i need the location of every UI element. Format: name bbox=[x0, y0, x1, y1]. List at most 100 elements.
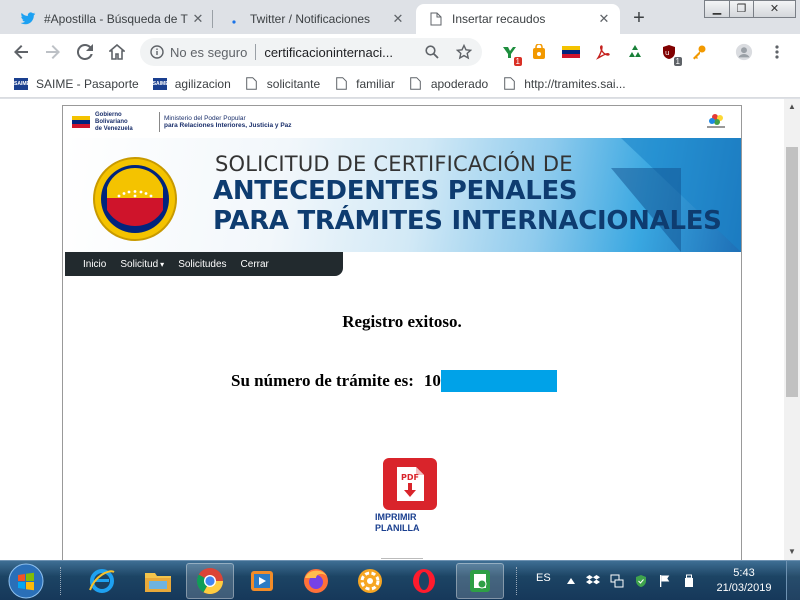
recycle-icon[interactable] bbox=[626, 43, 644, 61]
document-icon bbox=[428, 11, 444, 27]
taskbar-explorer[interactable] bbox=[134, 563, 182, 599]
reload-button[interactable] bbox=[72, 39, 98, 65]
forward-button[interactable] bbox=[40, 39, 66, 65]
ministry-line: Ministerio del Poder Popular bbox=[164, 114, 246, 122]
tramite-label: Su número de trámite es: bbox=[231, 371, 414, 390]
security-label: No es seguro bbox=[170, 44, 248, 60]
bookmark-familiar[interactable]: familiar bbox=[334, 77, 395, 91]
clock-date: 21/03/2019 bbox=[716, 582, 772, 594]
zoom-search-icon[interactable] bbox=[424, 44, 440, 60]
minimize-button[interactable]: ▁ bbox=[704, 0, 730, 18]
tab-apostilla[interactable]: #Apostilla - Búsqueda de T ✕ bbox=[8, 4, 214, 34]
page-icon bbox=[409, 77, 423, 91]
taskbar-chrome[interactable] bbox=[186, 563, 234, 599]
twitter-bird-icon bbox=[20, 11, 36, 27]
chrome-icon bbox=[196, 568, 224, 595]
usb-device-icon[interactable] bbox=[682, 574, 696, 588]
scroll-up-icon[interactable]: ▲ bbox=[784, 99, 800, 115]
bookmark-agilizacion[interactable]: SAIME agilizacion bbox=[152, 76, 231, 91]
maximize-button[interactable]: ❐ bbox=[729, 0, 754, 18]
close-tab-icon[interactable]: ✕ bbox=[596, 11, 612, 27]
home-icon bbox=[109, 44, 125, 60]
extension-badge: 1 bbox=[513, 57, 522, 66]
tray-expand-icon[interactable] bbox=[564, 574, 578, 588]
site-menu: Inicio Solicitud ▾ Solicitudes Cerrar bbox=[65, 252, 343, 276]
new-tab-button[interactable]: + bbox=[628, 7, 650, 29]
print-planilla-label[interactable]: IMPRIMIR PLANILLA bbox=[375, 512, 420, 534]
bookmark-saime-pasaporte[interactable]: SAIME SAIME - Pasaporte bbox=[14, 77, 139, 91]
ublock-icon[interactable]: u 1 bbox=[660, 43, 682, 66]
print-pdf-button[interactable]: PDF bbox=[383, 458, 437, 510]
pdf-extension-icon[interactable] bbox=[594, 43, 612, 61]
omnibox-divider bbox=[255, 44, 257, 60]
taskbar-media-player[interactable] bbox=[238, 563, 286, 599]
back-button[interactable] bbox=[8, 39, 34, 65]
extension-orange-bag-icon[interactable] bbox=[530, 43, 548, 61]
start-button[interactable] bbox=[4, 562, 48, 600]
show-desktop-button[interactable] bbox=[786, 561, 800, 600]
tab-insertar-recaudos[interactable]: Insertar recaudos ✕ bbox=[416, 4, 620, 34]
success-message: Registro exitoso. bbox=[342, 312, 462, 331]
url-text[interactable]: certificacioninternaci... bbox=[264, 45, 414, 60]
system-clock[interactable]: 5:43 21/03/2019 bbox=[708, 566, 780, 596]
ministry-text: Ministerio del Poder Popular para Relaci… bbox=[164, 115, 292, 130]
banner-title-line1: SOLICITUD DE CERTIFICACIÓN DE bbox=[215, 152, 573, 176]
page-icon bbox=[502, 77, 516, 91]
security-shield-icon[interactable] bbox=[634, 574, 648, 588]
bookmark-label: familiar bbox=[356, 76, 395, 91]
dropbox-icon[interactable] bbox=[586, 574, 600, 588]
taskbar-opera[interactable] bbox=[400, 563, 448, 599]
bookmark-label: http://tramites.sai... bbox=[524, 76, 626, 91]
home-button[interactable] bbox=[104, 39, 130, 65]
scroll-thumb[interactable] bbox=[786, 147, 798, 397]
bookmark-solicitante[interactable]: solicitante bbox=[245, 77, 320, 91]
menu-item-cerrar[interactable]: Cerrar bbox=[241, 259, 269, 270]
venezuela-flag-icon[interactable] bbox=[562, 43, 580, 61]
saime-icon: SAIME bbox=[14, 77, 30, 91]
taskbar-orange-app[interactable] bbox=[346, 563, 394, 599]
bookmark-label: agilizacion bbox=[174, 76, 231, 91]
action-center-flag-icon[interactable] bbox=[658, 574, 672, 588]
profile-avatar-icon[interactable] bbox=[735, 43, 753, 61]
gobierno-text: Gobierno Bolivariano de Venezuela bbox=[95, 112, 155, 133]
banner-title-line3: PARA TRÁMITES INTERNACIONALES bbox=[213, 206, 722, 236]
info-icon bbox=[150, 45, 164, 59]
tab-strip: #Apostilla - Búsqueda de T ✕ Twitter / N… bbox=[0, 0, 800, 34]
saime-icon: SAIME bbox=[152, 77, 169, 91]
taskbar-green-app[interactable] bbox=[456, 563, 504, 599]
campaign-logo bbox=[707, 114, 725, 128]
close-tab-icon[interactable]: ✕ bbox=[190, 11, 206, 27]
taskbar-internet-explorer[interactable] bbox=[78, 563, 126, 599]
menu-item-inicio[interactable]: Inicio bbox=[83, 259, 106, 270]
banner-title-line2: ANTECEDENTES PENALES bbox=[213, 176, 578, 206]
internet-explorer-icon bbox=[89, 569, 115, 593]
loading-dot-icon bbox=[226, 11, 242, 27]
taskbar-grip bbox=[516, 567, 519, 595]
tab-title: Insertar recaudos bbox=[452, 12, 546, 26]
svg-text:u: u bbox=[665, 49, 669, 57]
menu-item-solicitudes[interactable]: Solicitudes bbox=[178, 259, 226, 270]
bookmark-tramites[interactable]: http://tramites.sai... bbox=[502, 76, 626, 91]
reload-icon bbox=[77, 44, 93, 60]
taskbar-firefox[interactable] bbox=[292, 563, 340, 599]
arrow-right-icon bbox=[46, 45, 60, 59]
tramite-number: 10 bbox=[423, 371, 441, 390]
network-icon[interactable] bbox=[610, 574, 624, 588]
bookmark-star-icon[interactable] bbox=[456, 44, 472, 60]
tab-twitter-notificaciones[interactable]: Twitter / Notificaciones ✕ bbox=[214, 4, 414, 34]
bookmark-apoderado[interactable]: apoderado bbox=[409, 77, 488, 91]
extension-green-icon[interactable]: 1 bbox=[500, 43, 522, 66]
redaction-box bbox=[440, 370, 557, 392]
key-icon[interactable] bbox=[690, 43, 708, 61]
close-tab-icon[interactable]: ✕ bbox=[390, 11, 406, 27]
tab-title: #Apostilla - Búsqueda de T bbox=[44, 12, 188, 26]
language-indicator[interactable]: ES bbox=[536, 572, 551, 584]
close-window-button[interactable]: ✕ bbox=[753, 0, 796, 18]
vertical-scrollbar[interactable]: ▲ ▼ bbox=[784, 99, 800, 560]
menu-kebab-icon[interactable] bbox=[768, 43, 786, 61]
print-label-line: PLANILLA bbox=[375, 523, 420, 533]
scroll-down-icon[interactable]: ▼ bbox=[784, 544, 800, 560]
page-sheet: Gobierno Bolivariano de Venezuela Minist… bbox=[62, 105, 742, 560]
pdf-badge-text: PDF bbox=[401, 473, 419, 482]
menu-item-solicitud[interactable]: Solicitud ▾ bbox=[120, 259, 164, 270]
